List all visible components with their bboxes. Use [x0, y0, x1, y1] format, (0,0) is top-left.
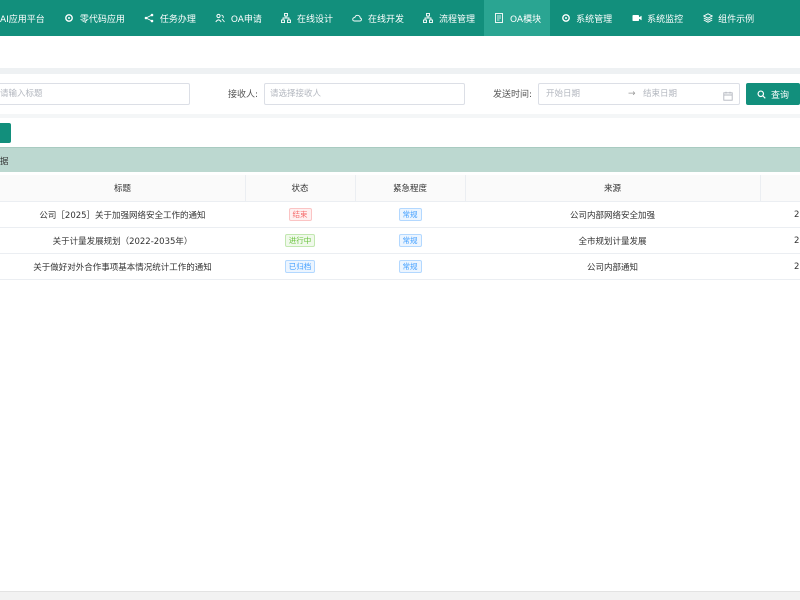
oa-page: AI应用平台 零代码应用 任务办理 OA申请 在线设计 在线开发 流程管理 OA…: [0, 0, 800, 600]
receiver-select[interactable]: 请选择接收人: [264, 83, 465, 105]
content-separator: [0, 68, 800, 74]
send-time-label: 发送时间:: [493, 90, 533, 100]
card-header-title: 据: [0, 157, 9, 167]
calendar-icon: [723, 89, 733, 101]
row-extra: 2: [794, 261, 800, 272]
horizontal-scrollbar[interactable]: [0, 591, 800, 600]
layers-icon: [702, 13, 713, 24]
document-icon: [494, 13, 505, 24]
nav-ai-platform[interactable]: AI应用平台: [0, 0, 54, 36]
row-source: 全市规划计量发展: [578, 236, 647, 247]
nav-tasks[interactable]: 任务办理: [134, 0, 205, 36]
range-separator: →: [628, 89, 636, 99]
users-icon: [215, 13, 226, 24]
card-header: 据: [0, 147, 800, 172]
nav-label: 在线开发: [367, 14, 404, 25]
flow-icon: [423, 13, 434, 24]
video-icon: [631, 13, 642, 24]
nav-label: OA申请: [230, 14, 262, 25]
nav-label: OA模块: [509, 14, 542, 25]
receiver-placeholder: 请选择接收人: [270, 89, 322, 99]
search-button[interactable]: 查询: [746, 83, 800, 105]
filter-bar: 请输入标题 接收人: 请选择接收人 发送时间: 开始日期 → 结束日期: [0, 82, 800, 106]
nav-system-monitor[interactable]: 系统监控: [621, 0, 692, 36]
column-header-source: 来源: [603, 184, 621, 194]
row-extra: 2: [794, 209, 800, 220]
row-source: 公司内部网络安全加强: [569, 210, 655, 221]
row-source: 公司内部通知: [586, 262, 638, 273]
urgency-badge: 常规: [398, 260, 422, 273]
divider: [0, 114, 800, 118]
nav-oa-apply[interactable]: OA申请: [205, 0, 271, 36]
status-badge: 结束: [288, 208, 312, 221]
table-row[interactable]: 公司［2025］关于加强网络安全工作的通知 结束 常规 公司内部网络安全加强 2: [0, 202, 800, 228]
search-label: 查询: [770, 90, 789, 101]
gear-icon: [64, 13, 75, 24]
column-header-urgency: 紧急程度: [392, 184, 427, 194]
table-row[interactable]: 关于做好对外合作事项基本情况统计工作的通知 已归档 常规 公司内部通知 2: [0, 254, 800, 280]
gear-icon: [560, 13, 571, 24]
urgency-badge: 常规: [398, 234, 422, 247]
top-navigation: AI应用平台 零代码应用 任务办理 OA申请 在线设计 在线开发 流程管理 OA…: [0, 0, 800, 36]
nav-label: AI应用平台: [0, 14, 45, 25]
nav-label: 零代码应用: [79, 14, 125, 25]
add-button[interactable]: [0, 123, 11, 143]
nav-zero-code[interactable]: 零代码应用: [54, 0, 134, 36]
column-header-title: 标题: [113, 184, 131, 194]
nav-online-dev[interactable]: 在线开发: [342, 0, 413, 36]
urgency-badge: 常规: [398, 208, 422, 221]
nav-label: 组件示例: [718, 14, 755, 25]
table-header-row: 标题 状态 紧急程度 来源: [0, 175, 800, 202]
nav-label: 系统监控: [647, 14, 684, 25]
row-title[interactable]: 公司［2025］关于加强网络安全工作的通知: [0, 202, 245, 227]
nav-label: 流程管理: [438, 14, 475, 25]
nav-online-design[interactable]: 在线设计: [271, 0, 342, 36]
receiver-label: 接收人:: [228, 90, 259, 100]
nav-label: 系统管理: [576, 14, 613, 25]
flow-icon: [281, 13, 292, 24]
nav-system-manage[interactable]: 系统管理: [550, 0, 621, 36]
title-input[interactable]: 请输入标题: [0, 83, 190, 105]
nav-process[interactable]: 流程管理: [413, 0, 484, 36]
share-icon: [144, 13, 155, 24]
search-icon: [757, 89, 766, 99]
column-header-status: 状态: [291, 184, 309, 194]
nav-components[interactable]: 组件示例: [692, 0, 763, 36]
cloud-icon: [352, 13, 363, 24]
table-row[interactable]: 关于计量发展规划（2022-2035年） 进行中 常规 全市规划计量发展 2: [0, 228, 800, 254]
date-range-picker[interactable]: 开始日期 → 结束日期: [538, 83, 740, 105]
status-badge: 已归档: [284, 260, 316, 273]
row-title[interactable]: 关于做好对外合作事项基本情况统计工作的通知: [0, 254, 245, 279]
row-title[interactable]: 关于计量发展规划（2022-2035年）: [0, 228, 245, 253]
start-date-placeholder: 开始日期: [546, 89, 581, 99]
status-badge: 进行中: [284, 234, 316, 247]
title-placeholder: 请输入标题: [0, 89, 43, 99]
nav-oa-module[interactable]: OA模块: [483, 0, 551, 36]
nav-label: 任务办理: [159, 14, 196, 25]
row-extra: 2: [794, 235, 800, 246]
end-date-placeholder: 结束日期: [643, 89, 678, 99]
nav-label: 在线设计: [296, 14, 333, 25]
data-table: 标题 状态 紧急程度 来源 公司［2025］关于加强网络安全工作的通知 结束 常…: [0, 175, 800, 280]
